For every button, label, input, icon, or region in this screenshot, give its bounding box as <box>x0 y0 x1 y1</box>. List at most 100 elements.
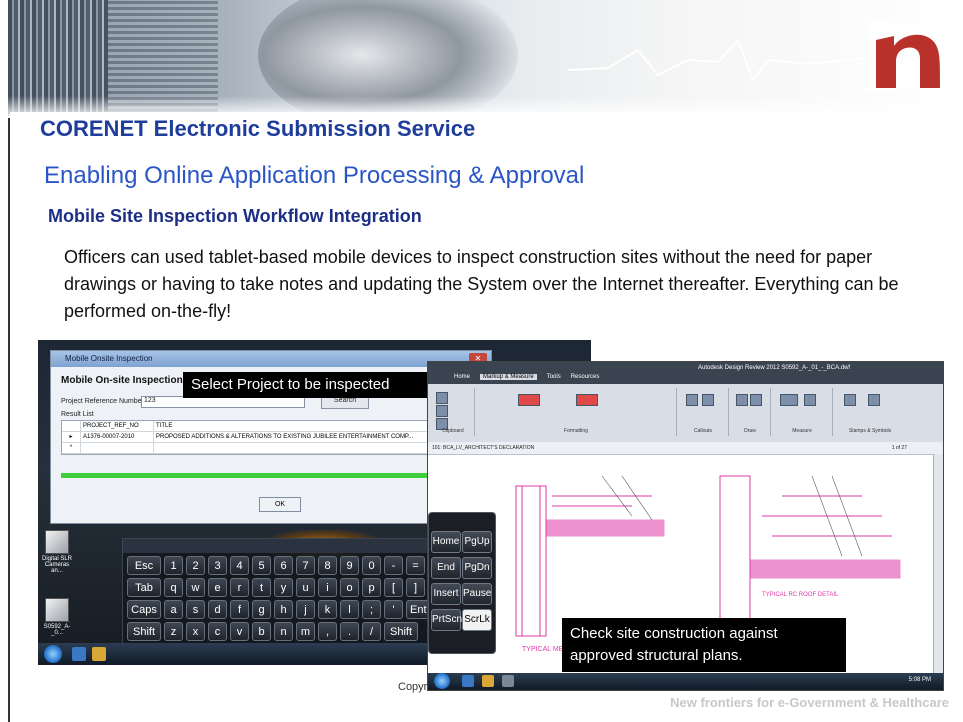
keyboard-key[interactable]: 0 <box>362 556 381 575</box>
section-heading: Mobile Site Inspection Workflow Integrat… <box>48 206 422 226</box>
keyboard-key[interactable]: = <box>406 556 425 575</box>
callout-icon[interactable] <box>686 394 698 406</box>
key-end[interactable]: End <box>431 557 461 579</box>
keyboard-key[interactable]: m <box>296 622 315 641</box>
keyboard-key[interactable]: Tab <box>127 578 161 597</box>
result-grid: PROJECT_REF_NO TITLE ▸ A1376-00007-2010 … <box>61 420 483 455</box>
keyboard-key[interactable]: , <box>318 622 337 641</box>
keyboard-key[interactable]: 4 <box>230 556 249 575</box>
keyboard-key[interactable]: . <box>340 622 359 641</box>
keyboard-key[interactable]: t <box>252 578 271 597</box>
keyboard-key[interactable]: s <box>186 600 205 619</box>
ie-icon[interactable] <box>72 647 86 661</box>
keyboard-key[interactable]: ' <box>384 600 403 619</box>
key-insert[interactable]: Insert <box>431 583 461 605</box>
keyboard-key[interactable]: k <box>318 600 337 619</box>
keyboard-key[interactable]: 2 <box>186 556 205 575</box>
cut-icon[interactable] <box>436 392 448 404</box>
file-icon <box>45 598 69 622</box>
keyboard-key[interactable]: g <box>252 600 271 619</box>
keyboard-key[interactable]: Esc <box>127 556 161 575</box>
desktop-icon-dwf[interactable]: S0592_A-_0... <box>42 598 72 636</box>
keyboard-key[interactable]: d <box>208 600 227 619</box>
ie-icon[interactable] <box>462 675 474 687</box>
pen-icon[interactable] <box>736 394 748 406</box>
keyboard-key[interactable]: z <box>164 622 183 641</box>
tab-tools[interactable]: Tools <box>547 374 561 380</box>
column-header-ref[interactable]: PROJECT_REF_NO <box>81 421 154 431</box>
keyboard-key[interactable]: ] <box>406 578 425 597</box>
shape-icon[interactable] <box>750 394 762 406</box>
group-label: Stamps & Symbols <box>848 428 892 434</box>
key-pause[interactable]: Pause <box>462 583 492 605</box>
keyboard-key[interactable]: n <box>274 622 293 641</box>
keyboard-key[interactable]: o <box>340 578 359 597</box>
row-marker: ▸ <box>62 432 81 442</box>
keyboard-key[interactable]: 1 <box>164 556 183 575</box>
start-button[interactable] <box>44 645 62 663</box>
keyboard-key[interactable]: - <box>384 556 403 575</box>
key-home[interactable]: Home <box>431 531 461 553</box>
table-row[interactable]: ▸ A1376-00007-2010 PROPOSED ADDITIONS & … <box>62 432 482 443</box>
keyboard-key[interactable]: j <box>296 600 315 619</box>
keyboard-key[interactable]: 5 <box>252 556 271 575</box>
drawing-label: TYPICAL RC ROOF DETAIL <box>762 592 839 598</box>
keyboard-key[interactable]: l <box>340 600 359 619</box>
group-clipboard: Clipboard <box>432 388 475 436</box>
keyboard-key[interactable]: a <box>164 600 183 619</box>
fill-color-icon[interactable] <box>518 394 540 406</box>
keyboard-key[interactable]: u <box>296 578 315 597</box>
keyboard-key[interactable]: 7 <box>296 556 315 575</box>
group-label: Measure <box>792 428 812 434</box>
keyboard-key[interactable]: Caps <box>127 600 161 619</box>
stamp-icon[interactable] <box>844 394 856 406</box>
keyboard-key[interactable]: x <box>186 622 205 641</box>
keyboard-key[interactable]: w <box>186 578 205 597</box>
keyboard-key[interactable]: h <box>274 600 293 619</box>
key-pgup[interactable]: PgUp <box>462 531 492 553</box>
table-row-new[interactable]: * <box>62 443 482 454</box>
folder-icon[interactable] <box>482 675 494 687</box>
keyboard-key[interactable]: Shift <box>384 622 418 641</box>
tab-home[interactable]: Home <box>454 374 470 380</box>
tab-resources[interactable]: Resources <box>571 374 600 380</box>
banner-fade <box>8 96 963 118</box>
key-pgdn[interactable]: PgDn <box>462 557 492 579</box>
symbol-icon[interactable] <box>868 394 880 406</box>
keyboard-key[interactable]: Shift <box>127 622 161 641</box>
keyboard-key[interactable]: f <box>230 600 249 619</box>
keyboard-key[interactable]: 8 <box>318 556 337 575</box>
group-label: Draw <box>744 428 756 434</box>
design-review-screenshot: Autodesk Design Review 2012 S0592_A-_01_… <box>427 361 944 691</box>
ruler-icon[interactable] <box>780 394 798 406</box>
desktop-icon-camera[interactable]: Digital SLR Cameras an... <box>42 530 72 574</box>
company-logo <box>866 18 952 92</box>
callout-icon[interactable] <box>702 394 714 406</box>
keyboard-key[interactable]: / <box>362 622 381 641</box>
keyboard-key[interactable]: 9 <box>340 556 359 575</box>
copy-icon[interactable] <box>436 405 448 417</box>
ok-button[interactable]: OK <box>259 497 301 512</box>
keyboard-key[interactable]: p <box>362 578 381 597</box>
keyboard-key[interactable]: ; <box>362 600 381 619</box>
keyboard-key[interactable]: q <box>164 578 183 597</box>
keyboard-key[interactable]: i <box>318 578 337 597</box>
keyboard-key[interactable]: 6 <box>274 556 293 575</box>
keyboard-key[interactable]: b <box>252 622 271 641</box>
key-prtscn[interactable]: PrtScn <box>431 609 462 631</box>
keyboard-nav-keys: Home PgUp End PgDn Insert Pause PrtScn S… <box>428 512 496 654</box>
line-color-icon[interactable] <box>576 394 598 406</box>
keyboard-key[interactable]: e <box>208 578 227 597</box>
start-button[interactable] <box>434 673 450 689</box>
key-scrlk[interactable]: ScrLk <box>462 609 492 631</box>
app-icon[interactable] <box>502 675 514 687</box>
area-icon[interactable] <box>804 394 816 406</box>
keyboard-key[interactable]: v <box>230 622 249 641</box>
folder-icon[interactable] <box>92 647 106 661</box>
keyboard-key[interactable]: 3 <box>208 556 227 575</box>
keyboard-key[interactable]: r <box>230 578 249 597</box>
keyboard-key[interactable]: c <box>208 622 227 641</box>
keyboard-key[interactable]: y <box>274 578 293 597</box>
keyboard-key[interactable]: [ <box>384 578 403 597</box>
tab-markup-measure[interactable]: Markup & Measure <box>480 374 537 380</box>
